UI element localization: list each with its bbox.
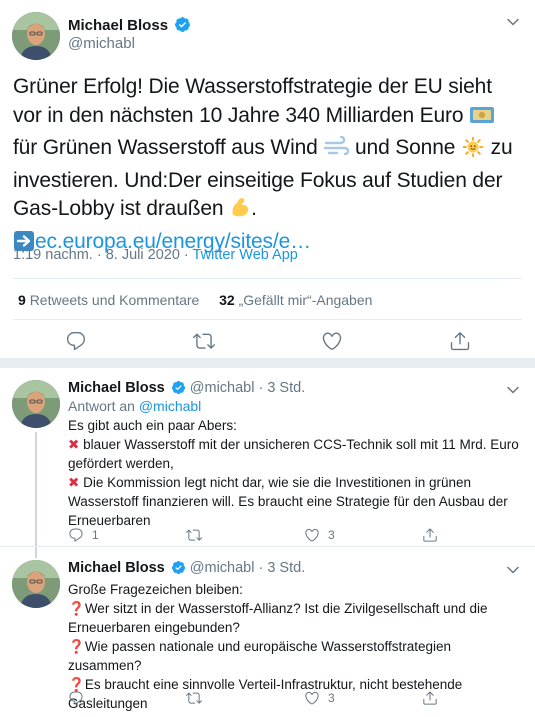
tweet-text: Grüner Erfolg! Die Wasserstoffstrategie … (13, 73, 523, 260)
retweets-stat[interactable]: 9 Retweets und Kommentare (18, 292, 199, 308)
tweet-text-part: und Sonne (349, 136, 461, 159)
like-icon[interactable] (304, 527, 320, 543)
like-count: 3 (328, 528, 335, 542)
wind-emoji-icon (323, 135, 350, 167)
reply-icon[interactable] (68, 527, 84, 543)
reply-actions: 3 (68, 689, 508, 709)
tweet-text-part: für Grünen Wasserstoff aus Wind (13, 136, 324, 159)
reply-point: blauer Wasserstoff mit der unsicheren CC… (68, 437, 519, 471)
retweets-label[interactable]: Retweets und Kommentare (30, 292, 200, 308)
reply-actions: 1 3 (68, 526, 508, 546)
tweet-source[interactable]: Twitter Web App (193, 247, 298, 263)
reply-time[interactable]: · 3 Std. (258, 380, 305, 396)
author-handle[interactable]: @michabl (68, 35, 135, 52)
money-emoji-icon (469, 104, 495, 135)
reply-point: Wer sitzt in der Wasserstoff-Allianz? Is… (68, 601, 488, 635)
tweet-stats: 9 Retweets und Kommentare 32 „Gefällt mi… (18, 292, 372, 308)
reply-point: Die Kommission legt nicht dar, wie sie d… (68, 475, 508, 528)
tweet-time[interactable]: 1:19 nachm. (13, 247, 93, 263)
retweet-action[interactable] (186, 526, 210, 544)
reply-intro: Große Fragezeichen bleiben: (68, 582, 243, 597)
reply-action[interactable] (68, 689, 92, 707)
section-separator (0, 358, 535, 368)
author-name-text[interactable]: Michael Bloss (68, 17, 168, 34)
retweet-icon[interactable] (193, 330, 215, 352)
cross-mark-icon: ✖ (68, 437, 80, 452)
reply-header: Michael Bloss @michabl · 3 Std. (68, 380, 305, 396)
retweet-action[interactable] (186, 689, 210, 707)
like-icon[interactable] (304, 690, 320, 706)
replying-to: Antwort an @michabl (68, 398, 201, 414)
reply-header: Michael Bloss @michabl · 3 Std. (68, 560, 305, 576)
reply-tweet[interactable]: Michael Bloss @michabl · 3 Std. Große Fr… (0, 548, 535, 717)
tweet-date[interactable]: 8. Juli 2020 (106, 247, 180, 263)
sun-emoji-icon (461, 136, 485, 167)
reply-count: 1 (92, 528, 99, 542)
avatar[interactable] (12, 380, 60, 428)
share-icon[interactable] (422, 690, 438, 706)
divider (13, 319, 522, 320)
divider (13, 278, 522, 279)
likes-label[interactable]: „Gefällt mir“-Angaben (239, 292, 373, 308)
chevron-down-icon[interactable] (505, 562, 521, 578)
tweet-text-part: Grüner Erfolg! Die Wasserstoffstrategie … (13, 75, 492, 127)
verified-badge-icon (175, 17, 191, 32)
main-tweet: Michael Bloss @michabl Grüner Erfolg! Di… (0, 0, 535, 363)
author-name[interactable]: Michael Bloss (68, 560, 165, 576)
share-icon[interactable] (422, 527, 438, 543)
cross-mark-icon: ✖ (68, 475, 80, 490)
like-action[interactable]: 3 (304, 526, 335, 544)
flexed-biceps-emoji-icon (229, 195, 251, 228)
author-handle[interactable]: @michabl (190, 380, 255, 396)
share-action[interactable] (422, 526, 446, 544)
chevron-down-icon[interactable] (505, 382, 521, 398)
reply-point: Wie passen nationale und europäische Was… (68, 639, 452, 673)
reply-icon[interactable] (65, 330, 87, 352)
reply-action[interactable]: 1 (68, 526, 99, 544)
share-icon[interactable] (449, 330, 471, 352)
divider (0, 546, 535, 547)
reply-to-link[interactable]: @michabl (139, 398, 201, 414)
likes-count[interactable]: 32 (219, 292, 235, 308)
meta-separator: · (96, 247, 102, 263)
author-handle[interactable]: @michabl (190, 560, 255, 576)
likes-stat[interactable]: 32 „Gefällt mir“-Angaben (219, 292, 372, 308)
question-mark-icon: ❓ (68, 639, 85, 654)
reply-intro: Es gibt auch ein paar Abers: (68, 418, 237, 433)
verified-badge-icon (171, 560, 185, 575)
reply-icon[interactable] (68, 690, 84, 706)
verified-badge-icon (171, 380, 185, 395)
question-mark-icon: ❓ (68, 601, 85, 616)
reply-prefix: Antwort an (68, 398, 135, 414)
like-count: 3 (328, 691, 335, 705)
author-name[interactable]: Michael Bloss (68, 16, 191, 34)
tweet-actions (0, 330, 535, 358)
reply-tweet[interactable]: Michael Bloss @michabl · 3 Std. Antwort … (0, 368, 535, 558)
avatar[interactable] (12, 12, 60, 60)
meta-separator: · (183, 247, 189, 263)
like-icon[interactable] (321, 330, 343, 352)
chevron-down-icon[interactable] (505, 14, 521, 30)
tweet-meta: 1:19 nachm. · 8. Juli 2020 · Twitter Web… (13, 247, 298, 263)
author-name[interactable]: Michael Bloss (68, 380, 165, 396)
tweet-text-part: . (251, 197, 257, 220)
reply-text: Es gibt auch ein paar Abers: ✖ blauer Wa… (68, 416, 528, 530)
thread-line (35, 432, 37, 558)
retweets-count[interactable]: 9 (18, 292, 26, 308)
avatar[interactable] (12, 560, 60, 608)
retweet-icon[interactable] (186, 527, 202, 543)
like-action[interactable]: 3 (304, 689, 335, 707)
reply-time[interactable]: · 3 Std. (258, 560, 305, 576)
retweet-icon[interactable] (186, 690, 202, 706)
share-action[interactable] (422, 689, 446, 707)
